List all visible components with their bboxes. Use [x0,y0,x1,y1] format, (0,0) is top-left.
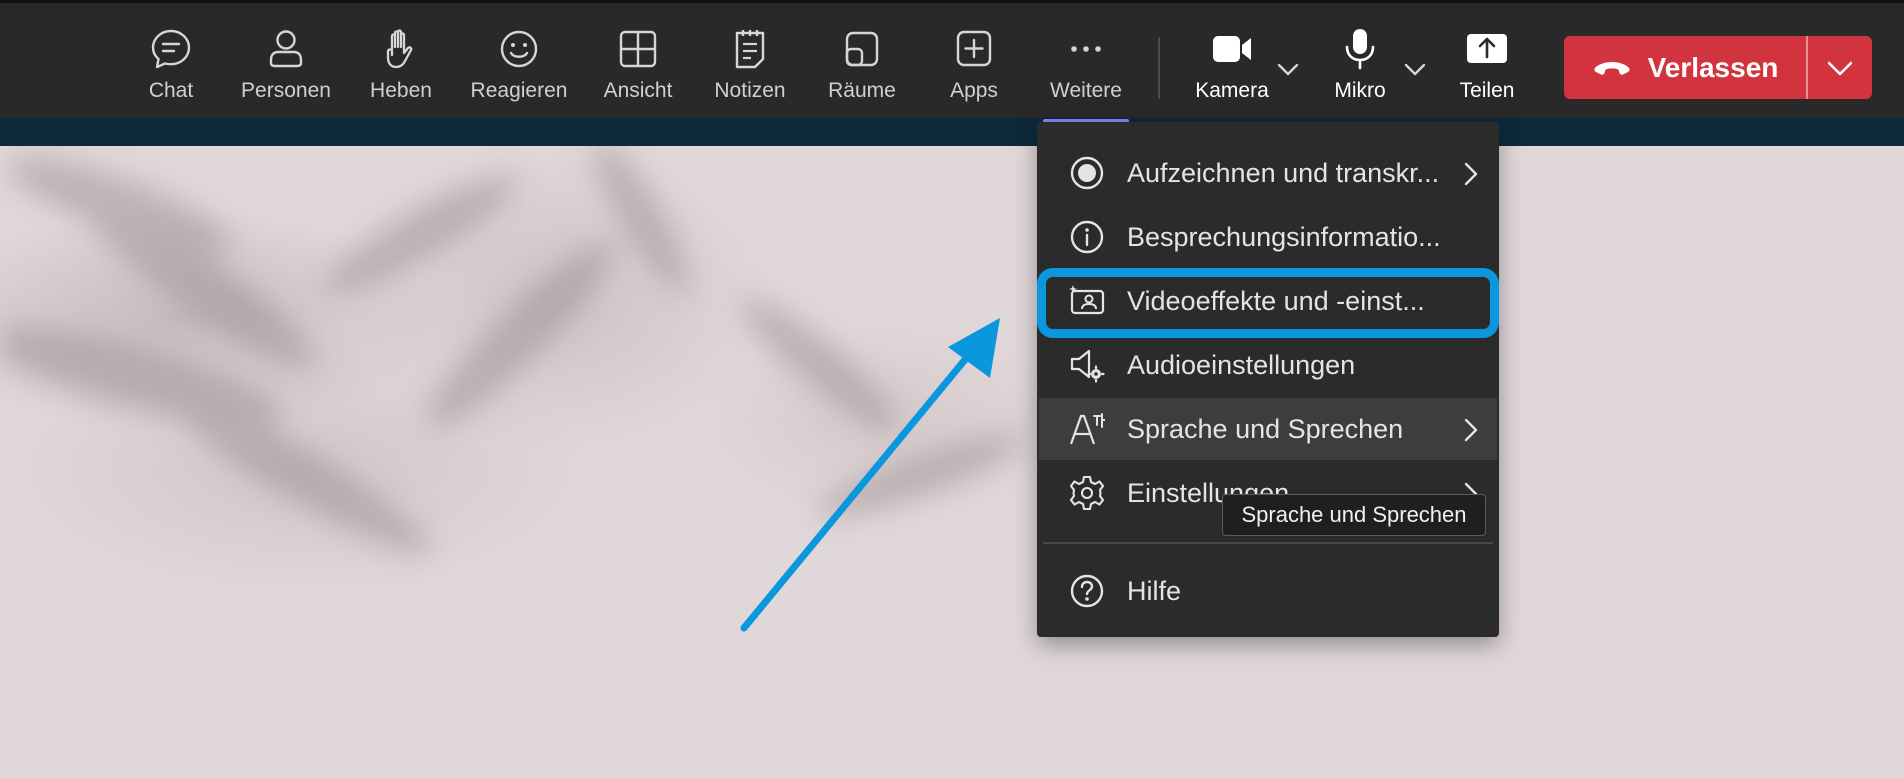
toolbar-camera-button[interactable]: Kamera [1177,27,1287,117]
mic-options-chevron-icon[interactable] [1403,61,1427,77]
meeting-toolbar: Chat Personen Heben Reagieren Ansicht No… [0,0,1904,123]
toolbar-raise-hand-label: Heben [370,79,432,102]
toolbar-apps-label: Apps [950,79,998,102]
chat-icon [151,29,191,69]
microphone-icon [1345,29,1375,70]
toolbar-camera-label: Kamera [1195,79,1269,102]
menu-item-language-speech[interactable]: Sprache und Sprechen [1039,398,1497,460]
toolbar-raise-hand-button[interactable]: Heben [346,27,456,117]
toolbar-more-button[interactable]: Weitere [1031,27,1141,123]
hang-up-phone-icon [1594,61,1630,75]
toolbar-view-label: Ansicht [603,79,673,102]
tooltip: Sprache und Sprechen [1222,494,1486,536]
menu-item-label: Sprache und Sprechen [1127,413,1404,444]
chevron-right-icon [1464,162,1478,186]
toolbar-people-button[interactable]: Personen [231,27,341,117]
menu-item-record-transcribe[interactable]: Aufzeichnen und transkr... [1039,142,1497,204]
chevron-right-icon [1464,418,1478,442]
people-icon [269,30,303,68]
leave-meeting-label: Verlassen [1647,51,1779,83]
toolbar-share-label: Teilen [1459,79,1515,102]
info-icon [1070,220,1104,254]
emoji-icon [500,30,538,68]
toolbar-people-label: Personen [241,79,331,102]
menu-item-meeting-info[interactable]: Besprechungsinformatio... [1039,206,1497,268]
toolbar-mic-label: Mikro [1334,79,1386,102]
toolbar-notes-button[interactable]: Notizen [695,27,805,117]
toolbar-react-label: Reagieren [470,79,568,102]
chevron-down-icon [1827,61,1853,75]
grid-view-icon [619,30,657,68]
toolbar-rooms-label: Räume [828,79,896,102]
gear-icon [1069,475,1105,511]
meeting-header-strip [0,118,1904,146]
more-options-menu: Aufzeichnen und transkr... Besprechungsi… [1037,122,1499,637]
menu-item-label: Hilfe [1127,575,1182,606]
video-camera-icon [1213,36,1251,62]
notes-icon [735,30,765,69]
toolbar-rooms-button[interactable]: Räume [807,27,917,117]
leaf-shadow-decoration [0,145,1024,554]
leave-meeting-button-group: Verlassen [1564,36,1872,99]
leave-meeting-button[interactable]: Verlassen [1564,36,1806,99]
menu-item-label: Audioeinstellungen [1127,349,1356,380]
help-icon [1070,574,1104,608]
toolbar-mic-button[interactable]: Mikro [1305,27,1415,117]
toolbar-view-button[interactable]: Ansicht [583,27,693,117]
audio-settings-icon [1070,349,1105,383]
toolbar-notes-label: Notizen [714,79,786,102]
toolbar-apps-button[interactable]: Apps [919,27,1029,117]
apps-plus-icon [956,30,992,67]
leave-options-dropdown[interactable] [1808,36,1872,99]
share-screen-icon [1467,34,1507,63]
toolbar-chat-label: Chat [148,79,194,102]
annotation-highlight-ring [1037,268,1499,338]
camera-options-chevron-icon[interactable] [1276,61,1300,77]
menu-item-help[interactable]: Hilfe [1039,560,1497,622]
menu-separator [1043,542,1493,544]
menu-item-audio-settings[interactable]: Audioeinstellungen [1039,334,1497,396]
more-dots-icon [1071,46,1101,52]
toolbar-more-label: Weitere [1050,79,1122,102]
menu-item-label: Besprechungsinformatio... [1127,221,1441,252]
toolbar-share-button[interactable]: Teilen [1432,27,1542,117]
rooms-icon [845,31,879,67]
raise-hand-icon [386,29,413,69]
record-icon [1070,156,1104,190]
menu-item-label: Aufzeichnen und transkr... [1127,157,1440,188]
toolbar-react-button[interactable]: Reagieren [464,27,574,117]
language-icon [1069,413,1105,445]
toolbar-divider [1158,37,1160,99]
toolbar-chat-button[interactable]: Chat [116,27,226,117]
